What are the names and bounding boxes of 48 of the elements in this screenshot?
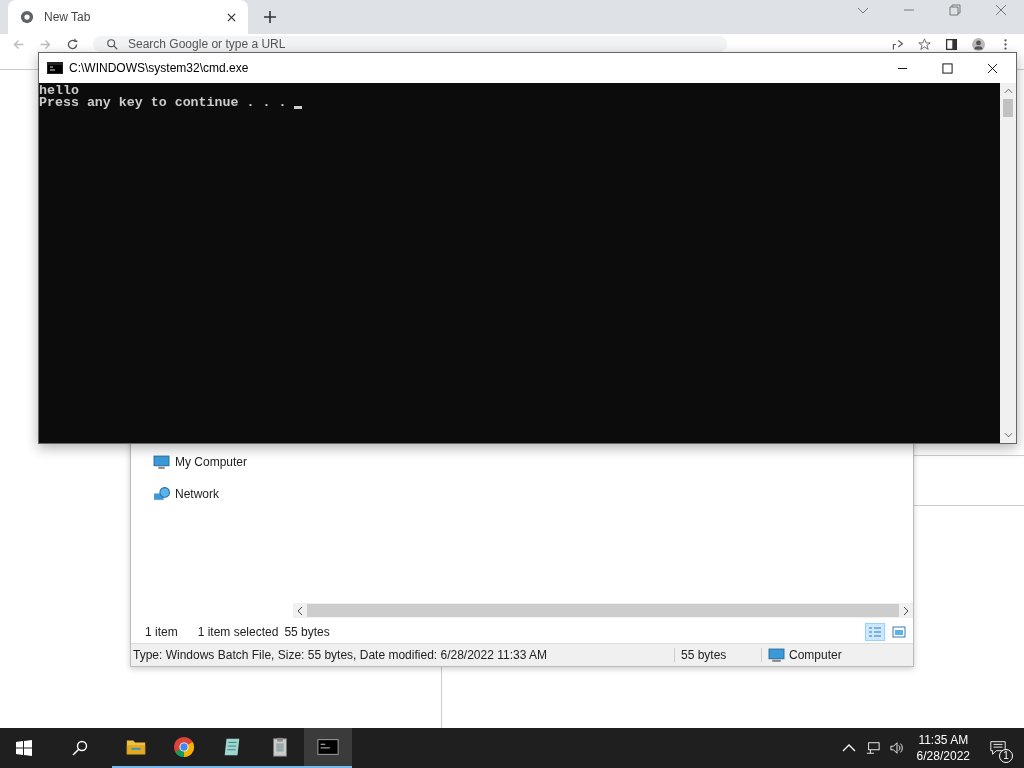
chevron-right-icon[interactable]: [903, 605, 909, 616]
zone-text: Computer: [789, 648, 842, 662]
speaker-icon[interactable]: [889, 741, 904, 755]
chevron-left-icon[interactable]: [297, 605, 303, 616]
window-title: C:\WINDOWS\system32\cmd.exe: [69, 61, 249, 75]
address-field[interactable]: Search Google or type a URL: [93, 36, 727, 52]
browser-logo-icon: [173, 736, 195, 758]
scroll-thumb[interactable]: [307, 604, 899, 617]
message-icon: [989, 739, 1007, 757]
item-count: 1 item: [145, 625, 178, 639]
selection-size: 55 bytes: [284, 625, 330, 639]
reload-icon[interactable]: [66, 38, 79, 51]
windows-logo-icon[interactable]: [16, 740, 32, 756]
details-view-icon: [868, 626, 882, 638]
file-details: Type: Windows Batch File, Size: 55 bytes, Date modified: 6/28/2022 11:33 AM: [131, 648, 675, 662]
maximize-icon[interactable]: [942, 62, 953, 74]
console-line: hello: [39, 85, 79, 97]
scroll-thumb[interactable]: [1003, 99, 1013, 117]
monitor-icon: [153, 453, 170, 471]
file-size: 55 bytes: [675, 648, 762, 662]
horizontal-scrollbar[interactable]: [293, 603, 913, 618]
nav-item[interactable]: Network: [153, 485, 293, 503]
vertical-scrollbar[interactable]: [1000, 83, 1016, 443]
notification-button[interactable]: 1: [978, 728, 1018, 768]
profile-icon[interactable]: [972, 38, 985, 51]
new-tab-icon[interactable]: [264, 11, 276, 23]
console-icon: [47, 62, 63, 74]
taskbar-button[interactable]: [304, 728, 352, 768]
browser-logo-icon: [20, 10, 34, 24]
network-icon: [153, 485, 170, 503]
selection-count: 1 item selected: [197, 625, 279, 639]
chevron-down-icon[interactable]: [1003, 432, 1013, 438]
close-icon[interactable]: [987, 62, 998, 74]
share-icon[interactable]: [891, 38, 904, 51]
star-icon[interactable]: [918, 38, 931, 51]
browser-tab[interactable]: New Tab: [8, 0, 248, 34]
network-icon[interactable]: [865, 741, 880, 755]
preview-view-icon: [892, 626, 906, 638]
search-icon[interactable]: [72, 740, 88, 756]
side-panel-icon[interactable]: [945, 38, 958, 51]
monitor-icon: [768, 646, 785, 664]
clock[interactable]: 11:35 AM 6/28/2022: [908, 732, 978, 764]
notification-badge: 1: [999, 749, 1013, 763]
close-icon[interactable]: [227, 12, 236, 22]
nav-item[interactable]: My Computer: [153, 453, 293, 471]
search-icon: [107, 38, 118, 50]
console-line: Press any key to continue . . .: [39, 97, 288, 109]
console-icon: [317, 736, 339, 758]
